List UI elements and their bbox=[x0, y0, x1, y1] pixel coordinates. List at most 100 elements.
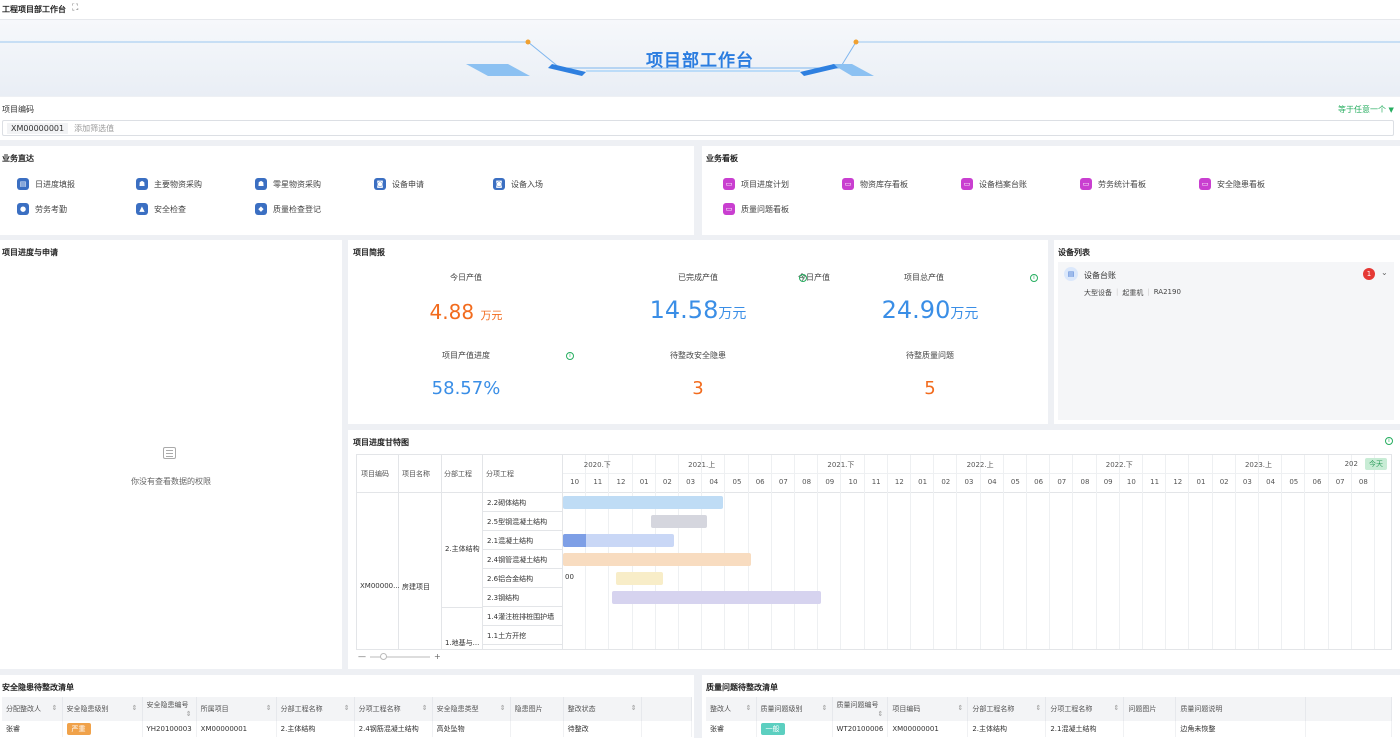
gantt-extra-label: 00 bbox=[565, 573, 574, 581]
gantt-task-row[interactable]: 2.4钢管混凝土结构 bbox=[483, 550, 563, 569]
board-item-label: 设备档案台账 bbox=[979, 179, 1027, 189]
board-item-equipment-ledger[interactable]: ▭ 设备档案台账 bbox=[961, 176, 1027, 192]
safety-list-card: 安全隐患待整改清单 分配整改人 ⇕ 安全隐患级别 ⇕ 安全隐患编号 ⇕ 所属项目 ⇕ 分… bbox=[0, 675, 694, 738]
column-header: 质量问题说明 bbox=[1175, 697, 1307, 721]
column-header[interactable]: 分部工程名称 ⇕ bbox=[967, 697, 1047, 721]
done-number: 14.58 bbox=[649, 296, 719, 324]
filter-mode-dropdown[interactable]: 等于任意一个 ▼ bbox=[1338, 104, 1394, 115]
safety-table: 分配整改人 ⇕ 安全隐患级别 ⇕ 安全隐患编号 ⇕ 所属项目 ⇕ 分部工程名称 ⇕ 分项工… bbox=[2, 697, 692, 737]
info-icon[interactable]: i bbox=[1385, 437, 1393, 445]
table-cell: 2.主体结构 bbox=[276, 721, 355, 737]
filter-tag[interactable]: XM00000001 bbox=[7, 122, 69, 134]
gantt-bar[interactable] bbox=[651, 515, 707, 528]
info-icon[interactable]: i bbox=[1030, 274, 1038, 282]
gantt-bar[interactable] bbox=[563, 496, 724, 509]
board-item-progress-plan[interactable]: ▭ 项目进度计划 bbox=[723, 176, 789, 192]
level-tag: 一般 bbox=[760, 723, 785, 735]
table-cell: 待整改 bbox=[563, 721, 642, 737]
info-icon[interactable]: i bbox=[799, 274, 807, 282]
column-header[interactable]: 分配整改人 ⇕ bbox=[2, 697, 63, 721]
gantt-part: 1.地基与... bbox=[445, 639, 480, 647]
expand-icon[interactable]: ⛶ bbox=[72, 3, 78, 13]
quality-list-card: 质量问题待整改清单 整改人 ⇕ 质量问题级别 ⇕ 质量问题编号 ⇕ 项目编码 ⇕ 分部工… bbox=[702, 675, 1400, 738]
column-header[interactable]: 安全隐患级别 ⇕ bbox=[62, 697, 143, 721]
table-cell: 2.主体结构 bbox=[967, 721, 1047, 737]
gantt-period-label: 2022.下 bbox=[1050, 460, 1190, 473]
gantt-task-row[interactable]: 2.5型钢混凝土结构 bbox=[483, 512, 563, 531]
monitor-icon: ▭ bbox=[1199, 178, 1211, 190]
gantt-period-label: 2020.下 bbox=[563, 460, 633, 473]
quick-item-equipment-entry[interactable]: ◙ 设备入场 bbox=[493, 176, 543, 192]
gantt-task-row[interactable]: 2.2砌体结构 bbox=[483, 493, 563, 512]
column-header[interactable]: 质量问题编号 ⇕ bbox=[832, 697, 889, 721]
gantt-header: 项目名称 bbox=[402, 470, 430, 478]
column-header[interactable]: 分项工程名称 ⇕ bbox=[1045, 697, 1125, 721]
filter-input[interactable]: XM00000001 添加筛选值 bbox=[2, 120, 1394, 136]
quick-item-label: 安全检查 bbox=[154, 204, 186, 214]
safety-list-title: 安全隐患待整改清单 bbox=[2, 683, 74, 692]
today-button[interactable]: 今天 bbox=[1365, 458, 1387, 470]
gantt-task-row[interactable]: 1.4灌注桩排桩围护墙 bbox=[483, 607, 563, 626]
people-icon: ☗ bbox=[136, 178, 148, 190]
column-header[interactable]: 分部工程名称 ⇕ bbox=[276, 697, 355, 721]
board-item-inventory[interactable]: ▭ 物资库存看板 bbox=[842, 176, 908, 192]
gantt-task-row[interactable]: 1.1土方开挖 bbox=[483, 626, 563, 645]
gantt-bar[interactable] bbox=[616, 572, 663, 585]
top-bar: 工程项目部工作台 ⛶ bbox=[0, 0, 1400, 20]
gantt-task-row[interactable]: 2.1混凝土结构 bbox=[483, 531, 563, 550]
quick-item-equipment-apply[interactable]: ◙ 设备申请 bbox=[374, 176, 424, 192]
quick-item-label: 设备申请 bbox=[392, 179, 424, 189]
gantt-bar[interactable] bbox=[563, 553, 751, 566]
quick-item-main-purchase[interactable]: ☗ 主要物资采购 bbox=[136, 176, 202, 192]
gantt-bar[interactable] bbox=[611, 591, 821, 604]
board-item-safety[interactable]: ▭ 安全隐患看板 bbox=[1199, 176, 1265, 192]
quick-item-label: 劳务考勤 bbox=[35, 204, 67, 214]
quick-item-safety-check[interactable]: ▲ 安全检查 bbox=[136, 201, 186, 217]
gantt-month-label: 05 bbox=[1010, 478, 1020, 486]
board-item-labor[interactable]: ▭ 劳务统计看板 bbox=[1080, 176, 1146, 192]
table-cell bbox=[1123, 721, 1177, 737]
zoom-in-button[interactable]: + bbox=[434, 652, 441, 661]
chevron-down-icon[interactable]: ⌄ bbox=[1381, 268, 1388, 277]
column-header[interactable]: 所属项目 ⇕ bbox=[196, 697, 277, 721]
gantt-period-label: 2023.上 bbox=[1189, 460, 1329, 473]
total-label: 项目总产值 bbox=[904, 273, 944, 282]
gantt-month-label: 11 bbox=[871, 478, 881, 486]
quality-list-title: 质量问题待整改清单 bbox=[706, 683, 778, 692]
gantt-task-row[interactable]: 2.6铝合金结构 bbox=[483, 569, 563, 588]
column-header[interactable]: 安全隐患编号 ⇕ bbox=[142, 697, 197, 721]
board-item-quality[interactable]: ▭ 质量问题看板 bbox=[723, 201, 789, 217]
gantt-bar-progress bbox=[563, 534, 587, 547]
table-row[interactable]: 张睿 严重 YH20100003 XM00000001 2.主体结构 2.4钢筋… bbox=[2, 721, 692, 737]
gantt-month-label: 12 bbox=[894, 478, 904, 486]
gantt-month-label: 08 bbox=[802, 478, 812, 486]
table-cell: XM00000001 bbox=[887, 721, 969, 737]
info-icon[interactable]: i bbox=[566, 352, 574, 360]
column-header: 隐患图片 bbox=[510, 697, 564, 721]
quick-item-attendance[interactable]: ● 劳务考勤 bbox=[17, 201, 67, 217]
gantt-task-row[interactable]: 2.3钢结构 bbox=[483, 588, 563, 607]
column-header[interactable]: 分项工程名称 ⇕ bbox=[354, 697, 433, 721]
done-value: 14.58万元 bbox=[578, 296, 818, 324]
quick-item-minor-purchase[interactable]: ☗ 零星物资采购 bbox=[255, 176, 321, 192]
gantt-part: 2.主体结构 bbox=[445, 545, 480, 553]
app-title: 工程项目部工作台 bbox=[2, 5, 66, 14]
quick-item-quality-check[interactable]: ◆ 质量检查登记 bbox=[255, 201, 321, 217]
filter-bar: 项目编码 等于任意一个 ▼ XM00000001 添加筛选值 bbox=[0, 97, 1400, 140]
table-cell: 边角未恢整 bbox=[1175, 721, 1307, 737]
table-cell: 张睿 bbox=[706, 721, 757, 737]
gantt-period-label: 2022.上 bbox=[911, 460, 1051, 473]
column-header[interactable]: 项目编码 ⇕ bbox=[887, 697, 969, 721]
column-header[interactable]: 安全隐患类型 ⇕ bbox=[432, 697, 511, 721]
gantt-month-label: 01 bbox=[918, 478, 928, 486]
column-header[interactable]: 整改人 ⇕ bbox=[706, 697, 757, 721]
column-header[interactable]: 整改状态 ⇕ bbox=[563, 697, 642, 721]
gantt-header: 分部工程 bbox=[444, 470, 472, 478]
quick-item-daily-progress[interactable]: ▤ 日进度填报 bbox=[17, 176, 75, 192]
gantt-month-label: 05 bbox=[1289, 478, 1299, 486]
table-row[interactable]: 张睿 一般 WT20100006 XM00000001 2.主体结构 2.1混凝… bbox=[706, 721, 1393, 737]
zoom-out-button[interactable]: — bbox=[358, 652, 366, 661]
equipment-tag: 起重机 bbox=[1122, 289, 1144, 297]
column-header[interactable]: 质量问题级别 ⇕ bbox=[756, 697, 833, 721]
equipment-item[interactable]: 设备台账 bbox=[1084, 270, 1116, 281]
